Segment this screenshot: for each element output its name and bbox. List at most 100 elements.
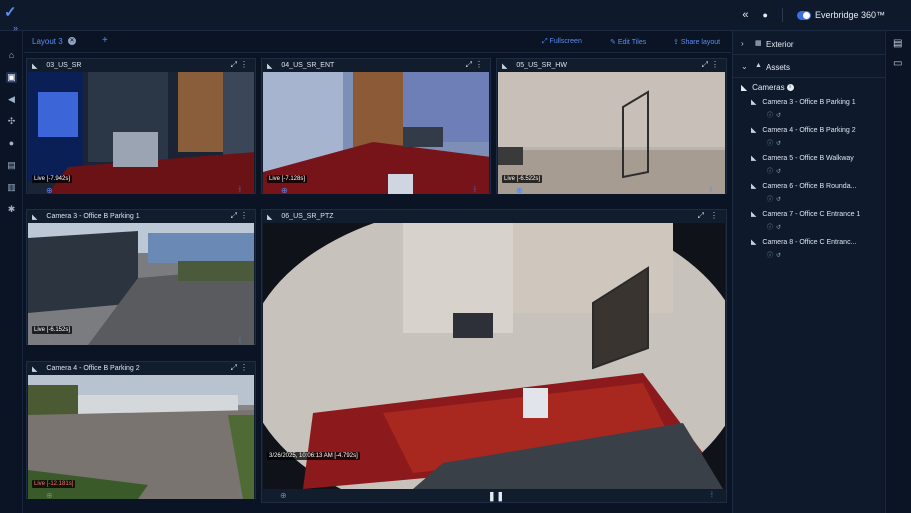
tile-header: ◣ 06_US_SR_PTZ ⤢ ⋮ — [262, 210, 726, 223]
edit-tiles-button[interactable]: ✎ Edit Tiles — [610, 38, 646, 46]
home-icon[interactable]: ⌂ — [6, 50, 17, 61]
live-icon[interactable]: ⓘ — [767, 225, 776, 231]
live-indicator: Live [-6.522s] — [502, 175, 543, 183]
video-tile[interactable]: ◣ Camera 4 - Office B Parking 2 ⤢ ⋮ Live… — [26, 361, 256, 499]
camera-icon: ◣ — [751, 155, 757, 162]
zoom-icon[interactable]: ⊕ — [281, 186, 288, 194]
video-tile[interactable]: ◣ 04_US_SR_ENT ⤢ ⋮ Live [-7.128s] ⊕ ⦙⦙ — [261, 58, 491, 194]
chevron-down-icon[interactable]: ⌄ — [741, 62, 748, 71]
camera-actions[interactable]: ⓘ↺ — [767, 138, 784, 147]
document-icon[interactable]: ▤ — [6, 160, 17, 171]
controls-icon[interactable]: ⦙⦙ — [710, 490, 712, 500]
user-icon[interactable]: ● — [763, 10, 768, 20]
history-icon[interactable]: ↺ — [776, 141, 784, 147]
expand-icon[interactable]: ⤢ — [698, 211, 704, 221]
right-tool-strip: ▤ ▭ — [885, 31, 911, 513]
video-tile[interactable]: ◣ Camera 3 - Office B Parking 1 ⤢ ⋮ Live… — [26, 209, 256, 345]
camera-actions[interactable]: ⓘ↺ — [767, 110, 784, 119]
pause-icon[interactable]: ❚❚ — [488, 491, 505, 502]
video-feed[interactable]: Live [-7.942s] ⊕ ⦙⦙ — [28, 72, 254, 194]
zoom-icon[interactable]: ⊕ — [46, 337, 53, 345]
add-tab-icon[interactable]: + — [102, 35, 108, 46]
history-icon[interactable]: ↺ — [776, 169, 784, 175]
controls-icon[interactable]: ⦙⦙ — [238, 490, 240, 499]
close-icon[interactable]: ✕ — [68, 37, 76, 45]
zoom-icon[interactable]: ⊕ — [516, 186, 523, 194]
controls-icon[interactable]: ⦙⦙ — [238, 336, 240, 345]
more-options-icon[interactable]: ⋮ — [711, 60, 719, 69]
video-tile[interactable]: ◣ 03_US_SR ⤢ ⋮ Live [-7.942s] ⊕ ⦙⦙ — [26, 58, 256, 194]
zoom-icon[interactable]: ⊕ — [280, 491, 287, 500]
live-indicator: Live [-6.152s] — [32, 326, 73, 334]
fullscreen-button[interactable]: ⤢ Fullscreen — [542, 38, 582, 46]
expand-icon[interactable]: ⤢ — [231, 60, 237, 70]
video-tile[interactable]: ◣ 06_US_SR_PTZ ⤢ ⋮ 3/26/2025, 10:06:13 A… — [261, 209, 727, 503]
camera-list-item[interactable]: ◣ Camera 4 - Office B Parking 2 — [751, 126, 881, 134]
camera-icon: ◣ — [741, 83, 748, 92]
history-icon[interactable]: ↺ — [776, 253, 784, 259]
monitor-icon[interactable]: ▭ — [893, 58, 902, 69]
expand-icon[interactable]: ⤢ — [466, 60, 472, 70]
history-icon[interactable]: ↺ — [776, 197, 784, 203]
network-icon[interactable]: ✣ — [6, 116, 17, 127]
camera-icon: ◣ — [267, 62, 273, 70]
chevron-right-icon[interactable]: › — [741, 39, 744, 48]
video-feed[interactable]: Live [-12.181s] ⊕ ⦙⦙ — [28, 375, 254, 499]
zoom-icon[interactable]: ⊕ — [46, 491, 53, 499]
camera-list-item[interactable]: ◣ Camera 8 - Office C Entranc... — [751, 238, 881, 246]
tab-layout-3[interactable]: Layout 3 — [32, 37, 63, 46]
search-cameras-icon[interactable]: ▤ — [893, 38, 902, 49]
camera-actions[interactable]: ⓘ↺ — [767, 250, 784, 259]
video-tile[interactable]: ◣ 05_US_SR_HW ⤢ ⋮ Live [-6.522s] ⊕ ⦙⦙ — [496, 58, 727, 194]
top-bar: ✓ » « ● Everbridge 360™ — [0, 0, 911, 33]
live-icon[interactable]: ⓘ — [767, 253, 776, 259]
cameras-group[interactable]: ◣ Cameras i — [741, 83, 794, 92]
video-feed[interactable]: Live [-7.128s] ⊕ ⦙⦙ — [263, 72, 489, 194]
toggle-icon[interactable] — [796, 11, 811, 21]
video-feed[interactable]: 3/26/2025, 10:06:13 AM [-4.792s] — [263, 223, 725, 489]
tile-title: 05_US_SR_HW — [516, 62, 567, 69]
collapse-panel-icon[interactable]: « — [742, 9, 748, 21]
expand-icon[interactable]: ⤢ — [231, 363, 237, 373]
controls-icon[interactable]: ⦙⦙ — [238, 185, 240, 194]
chart-icon[interactable]: ▥ — [6, 182, 17, 193]
live-icon[interactable]: ⓘ — [767, 141, 776, 147]
location-pin-icon[interactable]: ● — [6, 138, 17, 149]
zoom-icon[interactable]: ⊕ — [46, 186, 53, 194]
camera-list-item[interactable]: ◣ Camera 6 - Office B Rounda... — [751, 182, 881, 190]
tile-title: 06_US_SR_PTZ — [281, 213, 334, 220]
expand-icon[interactable]: ⤢ — [702, 60, 708, 70]
video-feed[interactable]: Live [-6.152s] ⊕ ⦙⦙ — [28, 223, 254, 345]
camera-actions[interactable]: ⓘ↺ — [767, 166, 784, 175]
controls-icon[interactable]: ⦙⦙ — [473, 185, 475, 194]
exterior-section[interactable]: › ▦ Exterior — [733, 33, 885, 55]
expand-icon[interactable]: ⤢ — [231, 211, 237, 221]
camera-icon: ◣ — [502, 62, 508, 70]
camera-list-item[interactable]: ◣ Camera 5 - Office B Walkway — [751, 154, 881, 162]
live-indicator: Live [-7.942s] — [32, 175, 73, 183]
share-layout-button[interactable]: ⇪ Share layout — [673, 38, 720, 46]
more-options-icon[interactable]: ⋮ — [475, 60, 483, 69]
megaphone-icon[interactable]: ◀ — [6, 94, 17, 105]
live-icon[interactable]: ⓘ — [767, 197, 776, 203]
tile-header: ◣ Camera 4 - Office B Parking 2 ⤢ ⋮ — [27, 362, 255, 375]
camera-actions[interactable]: ⓘ↺ — [767, 222, 784, 231]
more-options-icon[interactable]: ⋮ — [240, 211, 248, 220]
video-feed[interactable]: Live [-6.522s] ⊕ ⦙⦙ — [498, 72, 725, 194]
history-icon[interactable]: ↺ — [776, 225, 784, 231]
camera-list-item[interactable]: ◣ Camera 3 - Office B Parking 1 — [751, 98, 881, 106]
main-area: Layout 3 ✕ + ⤢ Fullscreen ✎ Edit Tiles ⇪… — [24, 31, 731, 513]
history-icon[interactable]: ↺ — [776, 113, 784, 119]
gear-icon[interactable]: ✱ — [6, 204, 17, 215]
camera-nav-icon[interactable]: ▣ — [6, 72, 17, 83]
more-options-icon[interactable]: ⋮ — [710, 211, 718, 220]
live-icon[interactable]: ⓘ — [767, 113, 776, 119]
live-icon[interactable]: ⓘ — [767, 169, 776, 175]
more-options-icon[interactable]: ⋮ — [240, 60, 248, 69]
more-options-icon[interactable]: ⋮ — [240, 363, 248, 372]
brand-switch[interactable]: Everbridge 360™ — [796, 10, 885, 21]
camera-list-item[interactable]: ◣ Camera 7 - Office C Entrance 1 — [751, 210, 881, 218]
controls-icon[interactable]: ⦙⦙ — [709, 185, 711, 194]
camera-actions[interactable]: ⓘ↺ — [767, 194, 784, 203]
assets-section[interactable]: ⌄ ▲ Assets — [733, 56, 885, 78]
